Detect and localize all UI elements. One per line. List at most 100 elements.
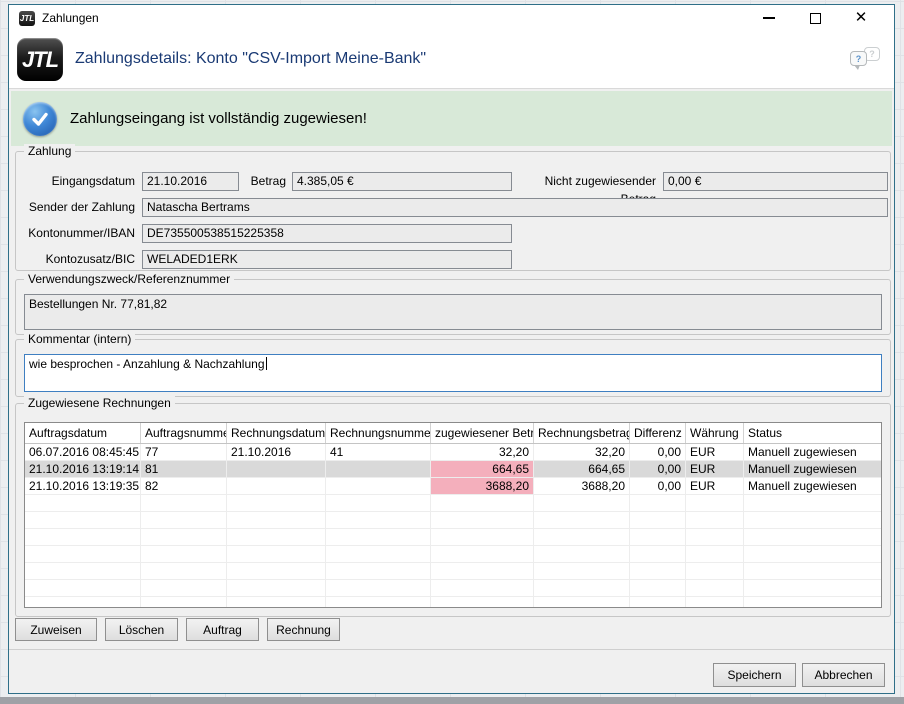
verwendungszweck-group-label: Verwendungszweck/Referenznummer [24,272,234,286]
footer-bar: Speichern Abbrechen [9,649,894,694]
eingangsdatum-label: Eingangsdatum [16,172,135,190]
table-cell[interactable]: 21.10.2016 13:19:14 [25,461,141,478]
empty-table-cell [141,546,227,563]
check-circle-icon [23,102,57,136]
loeschen-button[interactable]: Löschen [105,618,178,641]
close-button[interactable]: ✕ [854,11,868,25]
column-header[interactable]: Rechnungsdatum [227,423,326,443]
empty-table-cell [686,529,744,546]
table-cell[interactable] [227,478,326,495]
kommentar-field[interactable]: wie besprochen - Anzahlung & Nachzahlung [24,354,882,392]
table-cell[interactable]: EUR [686,478,744,495]
table-cell[interactable]: 0,00 [630,478,686,495]
empty-table-cell [227,597,326,608]
table-cell[interactable]: 32,20 [534,444,630,461]
empty-table-cell [630,580,686,597]
column-header[interactable]: Auftragsnummer [141,423,227,443]
column-header[interactable]: Währung [686,423,744,443]
iban-label: Kontonummer/IBAN [16,224,135,242]
kommentar-group: Kommentar (intern) wie besprochen - Anza… [15,339,891,397]
column-header[interactable]: zugewiesener Betrag [431,423,534,443]
empty-table-cell [431,512,534,529]
table-cell[interactable]: 82 [141,478,227,495]
rechnung-button[interactable]: Rechnung [267,618,340,641]
invoice-table-header[interactable]: AuftragsdatumAuftragsnummerRechnungsdatu… [25,423,881,444]
table-cell[interactable]: 3688,20 [534,478,630,495]
table-cell[interactable]: 664,65 [431,461,534,478]
maximize-button[interactable] [808,11,822,25]
empty-table-cell [534,580,630,597]
sender-field[interactable]: Natascha Bertrams [142,198,888,217]
empty-table-cell [534,563,630,580]
table-row[interactable]: 21.10.2016 13:19:35823688,203688,200,00E… [25,478,881,495]
empty-table-cell [686,495,744,512]
help-chat-icon[interactable]: ? ? [850,47,880,71]
table-cell[interactable]: 77 [141,444,227,461]
empty-table-cell [630,529,686,546]
table-cell[interactable]: 664,65 [534,461,630,478]
table-row[interactable]: 06.07.2016 08:45:457721.10.20164132,2032… [25,444,881,461]
empty-table-cell [326,580,431,597]
empty-table-cell [326,563,431,580]
speichern-button[interactable]: Speichern [713,663,796,687]
maximize-icon [810,13,821,24]
empty-table-cell [326,529,431,546]
empty-table-cell [326,495,431,512]
empty-table-cell [25,529,141,546]
table-cell[interactable]: 0,00 [630,444,686,461]
betrag-label: Betrag [244,172,286,190]
empty-table-cell [744,512,882,529]
table-cell[interactable] [227,461,326,478]
empty-table-cell [534,546,630,563]
payment-details-window: JTL Zahlungen ✕ JTL Zahlungsdetails: Kon… [8,4,895,694]
empty-table-cell [630,495,686,512]
table-cell[interactable] [326,478,431,495]
table-cell[interactable]: EUR [686,444,744,461]
empty-table-cell [534,512,630,529]
table-cell[interactable]: EUR [686,461,744,478]
column-header[interactable]: Differenz [630,423,686,443]
table-cell[interactable]: 3688,20 [431,478,534,495]
empty-table-cell [431,495,534,512]
empty-table-row [25,546,881,563]
eingangsdatum-field[interactable]: 21.10.2016 [142,172,239,191]
bic-field[interactable]: WELADED1ERK [142,250,512,269]
table-row[interactable]: 21.10.2016 13:19:1481664,65664,650,00EUR… [25,461,881,478]
table-cell[interactable]: 21.10.2016 13:19:35 [25,478,141,495]
table-cell[interactable]: 0,00 [630,461,686,478]
table-cell[interactable]: Manuell zugewiesen [744,461,882,478]
column-header[interactable]: Rechnungsbetrag [534,423,630,443]
empty-table-cell [227,512,326,529]
table-cell[interactable]: 41 [326,444,431,461]
zahlung-group-label: Zahlung [24,144,75,158]
table-cell[interactable]: 06.07.2016 08:45:45 [25,444,141,461]
empty-table-cell [744,563,882,580]
kommentar-text: wie besprochen - Anzahlung & Nachzahlung [29,357,265,371]
empty-table-cell [431,546,534,563]
table-cell[interactable]: 81 [141,461,227,478]
empty-table-row [25,580,881,597]
table-cell[interactable] [326,461,431,478]
table-cell[interactable]: 32,20 [431,444,534,461]
iban-field[interactable]: DE735500538515225358 [142,224,512,243]
minimize-button[interactable] [762,11,776,25]
empty-table-cell [25,563,141,580]
table-cell[interactable]: 21.10.2016 [227,444,326,461]
column-header[interactable]: Rechnungsnummer [326,423,431,443]
column-header[interactable]: Status [744,423,882,443]
verwendungszweck-field[interactable]: Bestellungen Nr. 77,81,82 [24,294,882,330]
empty-table-cell [141,495,227,512]
auftrag-button[interactable]: Auftrag [186,618,259,641]
zuweisen-button[interactable]: Zuweisen [15,618,97,641]
column-header[interactable]: Auftragsdatum [25,423,141,443]
empty-table-cell [141,529,227,546]
table-cell[interactable]: Manuell zugewiesen [744,444,882,461]
abbrechen-button[interactable]: Abbrechen [802,663,885,687]
nicht-zugewiesen-field[interactable]: 0,00 € [663,172,888,191]
table-cell[interactable]: Manuell zugewiesen [744,478,882,495]
betrag-field[interactable]: 4.385,05 € [292,172,512,191]
empty-table-cell [744,580,882,597]
invoice-table[interactable]: AuftragsdatumAuftragsnummerRechnungsdatu… [24,422,882,608]
kommentar-group-label: Kommentar (intern) [24,332,135,346]
empty-table-cell [686,512,744,529]
